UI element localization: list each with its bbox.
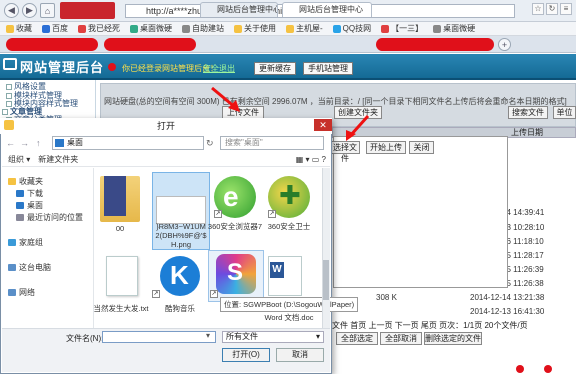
- shortcut-icon: ↗: [210, 290, 218, 298]
- plus-glyph: ✚: [279, 180, 301, 210]
- search-input[interactable]: 搜索"桌面": [220, 136, 324, 150]
- file-label: 360安全浏览器7: [207, 222, 263, 231]
- cancel-button[interactable]: 取消: [276, 348, 324, 362]
- dialog-toolbar: 组织 ▾ 新建文件夹 ▦ ▾ ▭ ?: [2, 153, 330, 167]
- nav-this-pc[interactable]: 这台电脑: [8, 262, 51, 273]
- nav-desktop[interactable]: 桌面: [16, 200, 43, 211]
- nav-homegroup[interactable]: 家庭组: [8, 237, 43, 248]
- nav-network[interactable]: 网络: [8, 287, 35, 298]
- dialog-title: 打开: [0, 118, 332, 134]
- folder-preview: [104, 176, 126, 216]
- nav-favorites[interactable]: 收藏夹: [8, 176, 43, 187]
- text-icon[interactable]: [106, 256, 138, 296]
- scrollbar-thumb[interactable]: [323, 260, 329, 300]
- shortcut-icon: ↗: [268, 210, 276, 218]
- organize-menu[interactable]: 组织 ▾: [8, 154, 30, 165]
- new-folder-button[interactable]: 新建文件夹: [38, 154, 78, 165]
- file-label: 当然发生大发.txt: [93, 304, 149, 313]
- path-breadcrumb[interactable]: 桌面: [52, 136, 204, 150]
- file-label: }R8M3~W1UM 2(DBH%9F@'$ H.png: [155, 222, 207, 249]
- chevron-down-icon: ▾: [206, 331, 211, 340]
- redacted-mark: [544, 365, 552, 373]
- desktop-icon: [55, 139, 64, 147]
- filename-input[interactable]: [102, 331, 216, 343]
- forward-arrow-icon[interactable]: →: [20, 138, 29, 148]
- scrollbar[interactable]: [322, 168, 330, 328]
- nav-recent[interactable]: 最近访问的位置: [16, 212, 83, 223]
- file-label: 360安全卫士: [267, 222, 311, 231]
- refresh-icon[interactable]: ↻: [206, 138, 214, 149]
- view-options-icon[interactable]: ▦ ▾ ▭ ?: [296, 155, 326, 164]
- redacted-mark: [516, 365, 524, 373]
- nav-downloads[interactable]: 下载: [16, 188, 43, 199]
- file-label: 00: [115, 224, 125, 233]
- w-glyph: W: [270, 262, 284, 278]
- location-tooltip: 位置: SGWPBoot (D:\SogouWallPaper): [220, 297, 359, 312]
- folder-icon: [4, 120, 14, 130]
- filename-label: 文件名(N):: [66, 334, 104, 343]
- open-button[interactable]: 打开(O): [222, 348, 270, 362]
- shortcut-icon: ↗: [152, 290, 160, 298]
- filetype-select[interactable]: 所有文件 ▾: [222, 331, 324, 343]
- file-label: 酷狗音乐: [165, 304, 195, 313]
- back-arrow-icon[interactable]: ←: [6, 138, 15, 148]
- image-icon: [156, 196, 206, 224]
- k-glyph: K: [170, 260, 189, 290]
- shortcut-icon: ↗: [214, 210, 222, 218]
- close-icon[interactable]: ✕: [314, 119, 332, 131]
- up-arrow-icon[interactable]: ↑: [36, 138, 41, 148]
- e-glyph: e: [223, 181, 239, 212]
- s-glyph: S: [227, 259, 244, 286]
- chevron-down-icon: ▾: [315, 332, 320, 341]
